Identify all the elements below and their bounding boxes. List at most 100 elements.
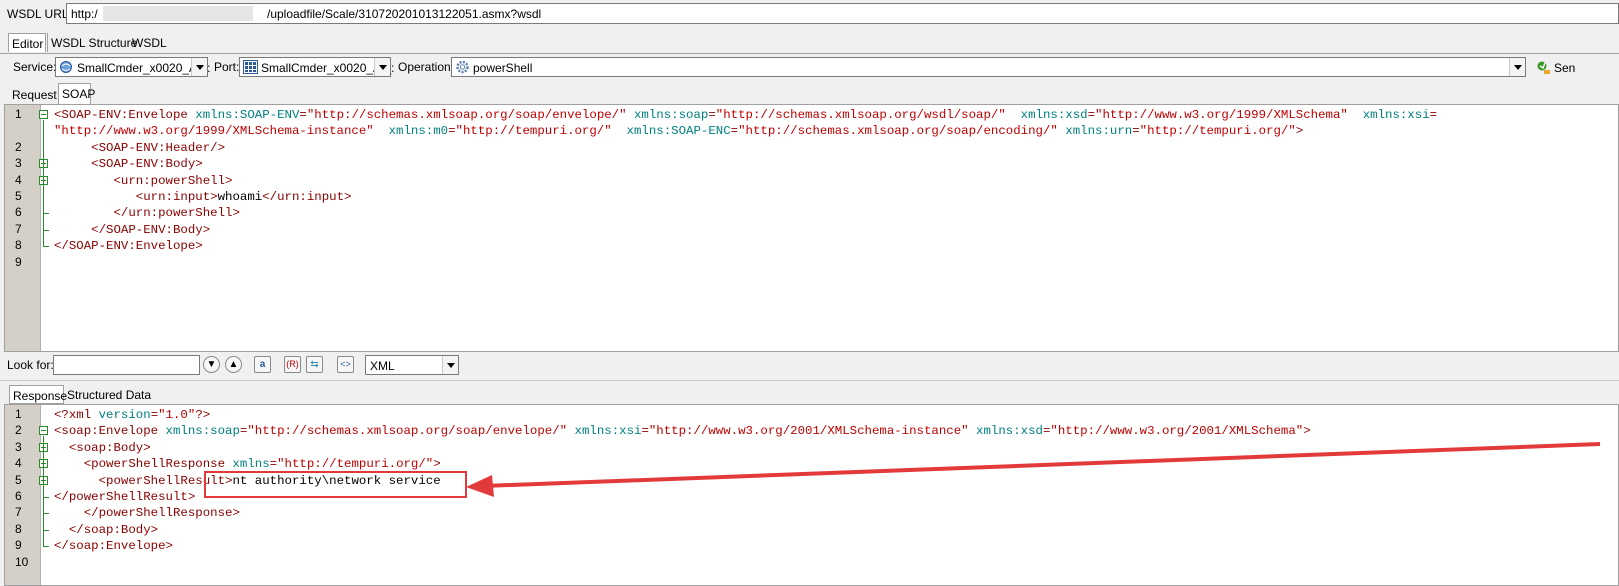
find-up-icon[interactable]: ▲ [225, 356, 242, 373]
code-line[interactable]: </soap:Body> [54, 522, 158, 538]
splitter[interactable] [0, 380, 1619, 381]
url-redaction [103, 6, 253, 21]
code-line[interactable]: <?xml version="1.0"?> [54, 407, 210, 423]
code-line[interactable]: </powerShellResponse> [54, 505, 240, 521]
tab-soap[interactable]: SOAP [58, 83, 95, 104]
code-token: </SOAP-ENV:Body> [54, 222, 211, 237]
code-token: > [433, 457, 441, 472]
port-grid-icon [243, 60, 258, 74]
tab-editor[interactable]: Editor [8, 33, 46, 52]
code-token: "http://www.w3.org/1999/XMLSchema-instan… [54, 124, 374, 139]
code-token: <soap:Envelope [54, 424, 166, 439]
code-line[interactable]: <SOAP-ENV:Header/> [54, 140, 225, 156]
code-token: </urn:powerShell> [54, 206, 240, 221]
code-token: version [98, 408, 151, 422]
code-line[interactable]: </SOAP-ENV:Envelope> [54, 238, 203, 254]
code-token: = [150, 408, 159, 422]
look-for-bar: Look for: ▼ ▲ a (R) ⇆ <> XML [0, 352, 1619, 377]
code-line[interactable]: <urn:powerShell> [54, 173, 232, 189]
chevron-down-icon[interactable] [1509, 58, 1525, 76]
code-line[interactable]: </urn:powerShell> [54, 205, 240, 221]
look-for-input[interactable] [53, 355, 200, 375]
code-line[interactable]: </SOAP-ENV:Body> [54, 222, 210, 238]
code-token: "http://tempuri.org/" [1139, 124, 1296, 139]
code-token: whoami [217, 190, 263, 204]
code-token: <powerShellResponse [54, 457, 233, 472]
format-select[interactable]: XML [365, 355, 459, 375]
code-token: = [708, 108, 716, 122]
tab-wsdl[interactable]: WSDL [129, 33, 169, 52]
find-replace-icon[interactable]: ⇆ [306, 356, 323, 373]
code-token: "http://schemas.xmlsoap.org/soap/envelop… [306, 108, 627, 122]
code-token: xmlns [232, 457, 270, 472]
fold-end [43, 213, 49, 215]
code-token: = [1087, 108, 1096, 122]
url-prefix-text: http:/ [71, 7, 98, 21]
fold-toggle-icon[interactable] [39, 426, 48, 436]
regex-icon[interactable]: (R) [284, 356, 301, 373]
line-number: 6 [15, 489, 22, 503]
code-token: xmlns:xsd [1005, 108, 1088, 122]
wsdl-url-input[interactable]: http:/ /uploadfile/Scale/310720201013122… [66, 3, 1619, 24]
code-line[interactable]: <soap:Body> [54, 440, 151, 456]
operation-select[interactable]: powerShell [451, 57, 1526, 77]
code-token: "http://www.w3.org/2001/XMLSchema-instan… [648, 424, 969, 439]
tab-structured-data[interactable]: Structured Data [64, 385, 154, 404]
line-number: 1 [15, 107, 22, 121]
fold-end [43, 513, 49, 515]
code-line[interactable]: <soap:Envelope xmlns:soap = "http://schema… [54, 423, 1311, 439]
find-down-icon[interactable]: ▼ [203, 356, 220, 373]
code-token: "http://www.w3.org/2001/XMLSchema" [1050, 424, 1304, 439]
request-editor[interactable]: 1 2 3 4 5 6 7 8 9 <SOAP-ENV:Envelope xmlns:SOAP-E… [4, 104, 1619, 352]
line-number: 9 [15, 254, 22, 269]
code-token: = [1132, 124, 1140, 139]
line-number: 7 [15, 505, 22, 520]
fold-line [43, 185, 44, 215]
code-line[interactable]: </powerShellResult> [54, 489, 195, 505]
code-token: xmlns:urn [1057, 124, 1133, 139]
send-button[interactable]: Sen [1534, 57, 1619, 77]
code-token: "1.0" [158, 408, 196, 422]
tab-request[interactable]: Request [9, 85, 59, 104]
annotation-arrow [466, 442, 1601, 497]
look-for-label: Look for: [7, 358, 54, 372]
code-line[interactable]: "http://www.w3.org/1999/XMLSchema-instan… [54, 123, 1303, 139]
code-line[interactable]: </soap:Envelope> [54, 538, 173, 554]
code-token: <urn:powerShell> [54, 173, 233, 188]
code-token: = [730, 124, 739, 139]
code-line[interactable]: <SOAP-ENV:Body> [54, 156, 203, 172]
fold-end [43, 229, 49, 231]
line-number: 2 [15, 139, 22, 154]
tab-response[interactable]: Response [9, 385, 67, 404]
port-select[interactable]: SmallCmder_x0020_At_: [239, 57, 394, 77]
code-token: "http://schemas.xmlsoap.org/wsdl/soap/" [715, 108, 1006, 122]
code-line[interactable]: <urn:input>whoami</urn:input> [54, 189, 352, 205]
wsdl-url-label: WSDL URL: [7, 7, 72, 21]
code-token: "http://www.w3.org/1999/XMLSchema" [1095, 108, 1348, 122]
service-select[interactable]: SmallCmder_x0020_At_: [55, 57, 210, 77]
fold-end [43, 546, 49, 548]
fold-end [43, 246, 49, 248]
line-number: 2 [15, 423, 22, 438]
send-icon [1537, 61, 1550, 74]
code-line[interactable]: <powerShellResponse xmlns="http://tempur… [54, 456, 441, 472]
code-token: <SOAP-ENV:Header/> [54, 140, 226, 155]
chevron-down-icon[interactable] [191, 58, 207, 76]
fold-toggle-icon[interactable] [39, 110, 48, 119]
xml-format-icon[interactable]: <> [337, 356, 354, 373]
line-number: 4 [15, 172, 22, 187]
web-service-icon [60, 61, 72, 73]
fold-end [43, 497, 49, 498]
line-number: 5 [15, 472, 22, 487]
chevron-down-icon[interactable] [442, 356, 458, 374]
code-token: <soap:Body> [54, 440, 151, 455]
tab-wsdl-structure[interactable]: WSDL Structure [47, 33, 137, 52]
line-number: 8 [15, 521, 22, 536]
code-line[interactable]: <SOAP-ENV:Envelope xmlns:SOAP-ENV="http:… [54, 107, 1437, 123]
chevron-down-icon[interactable] [374, 58, 390, 76]
line-number: 9 [15, 538, 22, 553]
line-number: 7 [15, 221, 22, 236]
code-token: xmlns:soap [165, 424, 240, 439]
match-case-icon[interactable]: a [254, 356, 271, 373]
code-token: "http://schemas.xmlsoap.org/soap/envelop… [247, 424, 568, 439]
